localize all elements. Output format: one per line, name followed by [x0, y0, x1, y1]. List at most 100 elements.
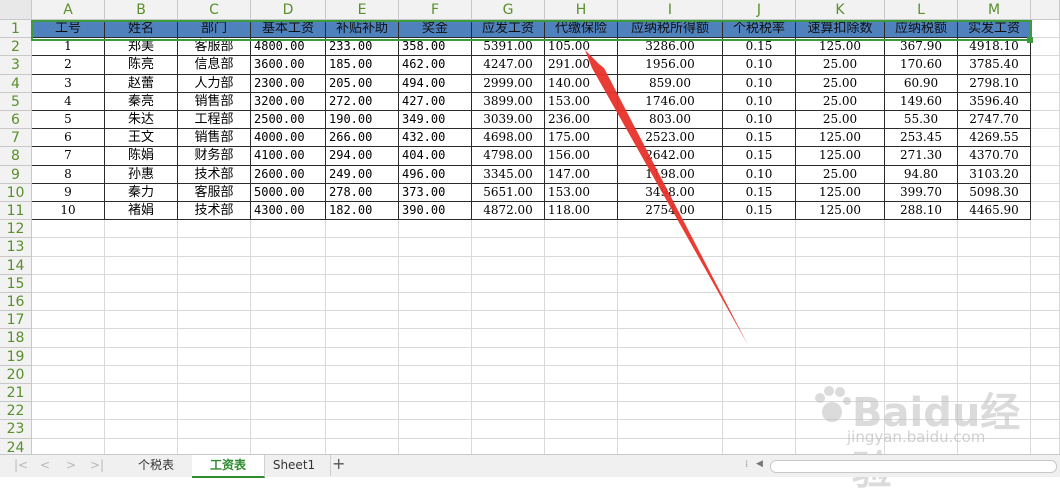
row-header[interactable]: 11 [0, 202, 32, 221]
cell[interactable] [105, 402, 178, 421]
table-data-cell[interactable]: 4247.00 [472, 56, 545, 75]
column-header[interactable]: K [796, 0, 885, 20]
cell-filler[interactable] [1031, 92, 1060, 111]
table-header-cell[interactable]: 基本工资 [251, 20, 326, 39]
cell[interactable] [251, 329, 326, 348]
cell[interactable] [885, 402, 958, 421]
cell[interactable] [32, 293, 105, 312]
table-data-cell[interactable]: 郑美 [105, 38, 178, 57]
cell[interactable] [472, 238, 545, 257]
cell[interactable] [178, 256, 251, 275]
cell[interactable] [958, 402, 1031, 421]
cell[interactable] [399, 293, 472, 312]
cell[interactable] [178, 365, 251, 384]
last-sheet-icon[interactable]: >| [90, 458, 104, 472]
cell[interactable] [32, 420, 105, 439]
row-header[interactable]: 22 [0, 402, 32, 421]
cell[interactable] [796, 311, 885, 330]
cell[interactable] [545, 402, 618, 421]
cell[interactable] [326, 402, 399, 421]
table-data-cell[interactable]: 赵蕾 [105, 74, 178, 93]
table-data-cell[interactable]: 125.00 [796, 183, 885, 202]
cell[interactable] [251, 238, 326, 257]
cell[interactable] [399, 384, 472, 403]
cell[interactable] [958, 329, 1031, 348]
sheet-tab[interactable]: Sheet1 [258, 455, 331, 476]
row-header[interactable]: 9 [0, 165, 32, 184]
table-data-cell[interactable]: 2523.00 [618, 129, 723, 148]
cell-filler[interactable] [1031, 420, 1060, 439]
table-data-cell[interactable]: 266.00 [326, 129, 399, 148]
cell[interactable] [885, 274, 958, 293]
cell-filler[interactable] [1031, 111, 1060, 130]
table-data-cell[interactable]: 1746.00 [618, 92, 723, 111]
table-data-cell[interactable]: 60.90 [885, 74, 958, 93]
column-header[interactable]: A [32, 0, 105, 20]
cell[interactable] [472, 365, 545, 384]
cell[interactable] [618, 274, 723, 293]
cell-filler[interactable] [1031, 220, 1060, 239]
cell[interactable] [796, 402, 885, 421]
table-data-cell[interactable]: 2300.00 [251, 74, 326, 93]
cell[interactable] [723, 256, 796, 275]
row-header[interactable]: 20 [0, 365, 32, 384]
row-header[interactable]: 14 [0, 256, 32, 275]
table-data-cell[interactable]: 373.00 [399, 183, 472, 202]
table-data-cell[interactable]: 367.90 [885, 38, 958, 57]
table-data-cell[interactable]: 8 [32, 165, 105, 184]
cell-filler[interactable] [1031, 274, 1060, 293]
table-data-cell[interactable]: 125.00 [796, 147, 885, 166]
table-data-cell[interactable]: 182.00 [326, 202, 399, 221]
cell[interactable] [472, 311, 545, 330]
row-header[interactable]: 6 [0, 111, 32, 130]
cell[interactable] [885, 311, 958, 330]
cell[interactable] [472, 384, 545, 403]
table-data-cell[interactable]: 2642.00 [618, 147, 723, 166]
scroll-left-icon[interactable]: ◀ [756, 459, 763, 469]
table-header-cell[interactable]: 工号 [32, 20, 105, 39]
cell[interactable] [958, 274, 1031, 293]
cell[interactable] [618, 365, 723, 384]
cell[interactable] [326, 293, 399, 312]
cell[interactable] [251, 347, 326, 366]
table-data-cell[interactable]: 190.00 [326, 111, 399, 130]
cell[interactable] [472, 220, 545, 239]
cell[interactable] [545, 293, 618, 312]
table-data-cell[interactable]: 2754.00 [618, 202, 723, 221]
cell[interactable] [618, 347, 723, 366]
table-data-cell[interactable]: 2798.10 [958, 74, 1031, 93]
row-header[interactable]: 12 [0, 220, 32, 239]
table-data-cell[interactable]: 118.00 [545, 202, 618, 221]
table-data-cell[interactable]: 288.10 [885, 202, 958, 221]
column-header[interactable]: F [399, 0, 472, 20]
cell[interactable] [178, 293, 251, 312]
table-data-cell[interactable]: 4300.00 [251, 202, 326, 221]
cell[interactable] [105, 420, 178, 439]
table-data-cell[interactable]: 孙惠 [105, 165, 178, 184]
prev-sheet-icon[interactable]: < [40, 458, 50, 472]
table-data-cell[interactable]: 0.15 [723, 183, 796, 202]
table-data-cell[interactable]: 291.00 [545, 56, 618, 75]
horizontal-scrollbar[interactable] [770, 460, 1057, 473]
row-header[interactable]: 4 [0, 74, 32, 93]
table-data-cell[interactable]: 4370.70 [958, 147, 1031, 166]
cell-filler[interactable] [1031, 20, 1060, 39]
cell-filler[interactable] [1031, 183, 1060, 202]
table-data-cell[interactable]: 3039.00 [472, 111, 545, 130]
table-data-cell[interactable]: 4000.00 [251, 129, 326, 148]
cell[interactable] [958, 220, 1031, 239]
table-data-cell[interactable]: 9 [32, 183, 105, 202]
cell[interactable] [472, 256, 545, 275]
cell[interactable] [32, 329, 105, 348]
cell[interactable] [618, 293, 723, 312]
table-data-cell[interactable]: 156.00 [545, 147, 618, 166]
cell[interactable] [885, 365, 958, 384]
row-header[interactable]: 7 [0, 129, 32, 148]
table-data-cell[interactable]: 0.10 [723, 165, 796, 184]
row-header[interactable]: 10 [0, 183, 32, 202]
cell[interactable] [251, 384, 326, 403]
table-data-cell[interactable]: 秦亮 [105, 92, 178, 111]
cell[interactable] [545, 220, 618, 239]
cell-filler[interactable] [1031, 329, 1060, 348]
cell[interactable] [326, 420, 399, 439]
